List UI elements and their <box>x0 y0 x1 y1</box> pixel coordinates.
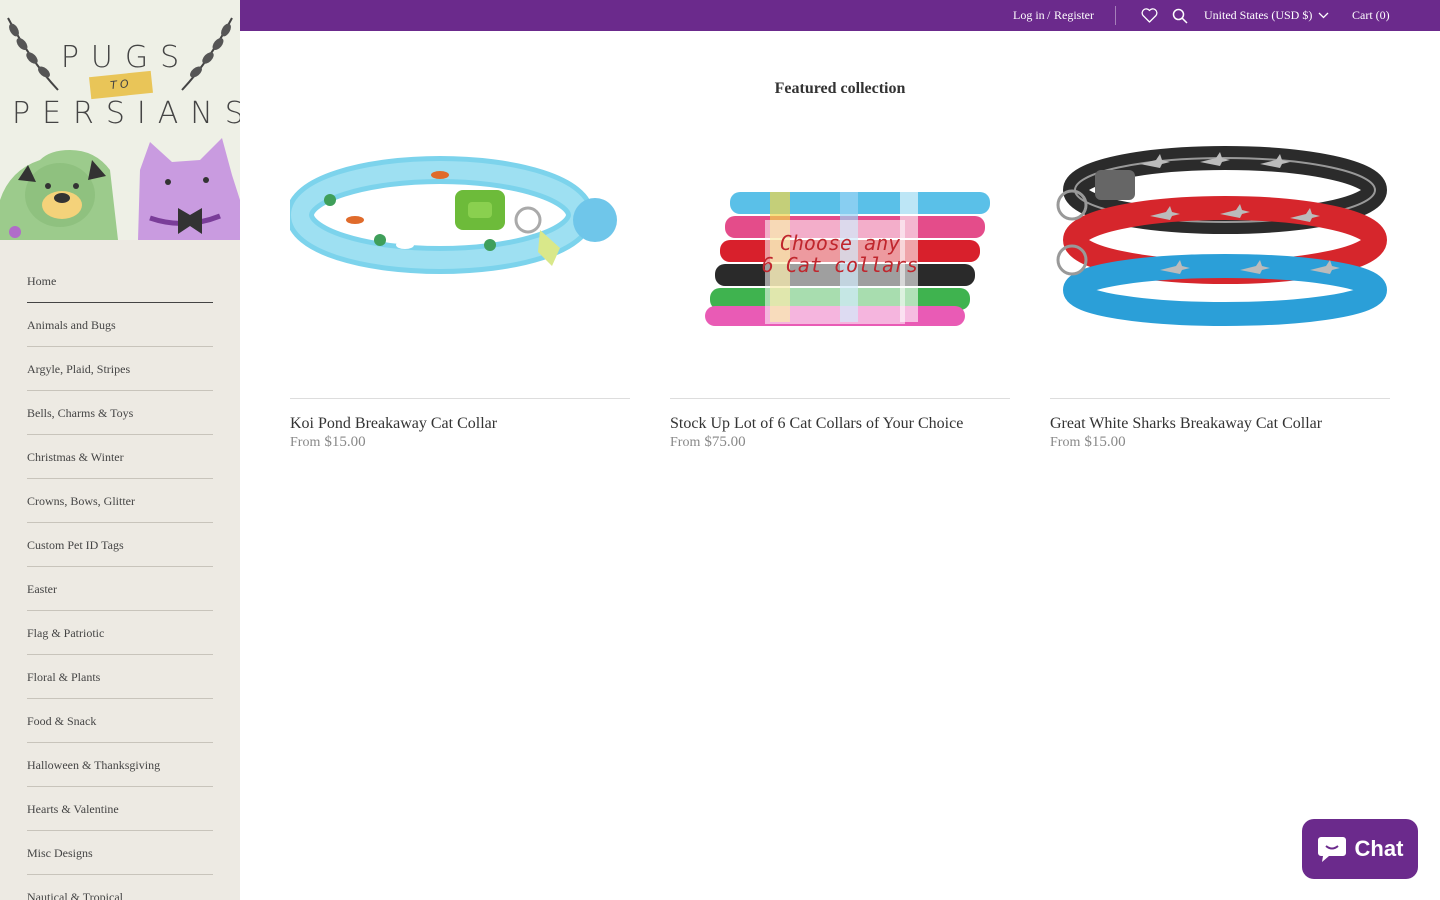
section-title: Featured collection <box>774 80 906 97</box>
sidebar-item-custom-pet-id-tags[interactable]: Custom Pet ID Tags <box>27 523 213 567</box>
sidebar-item-nautical-tropical[interactable]: Nautical & Tropical <box>27 875 213 900</box>
sidebar-item-argyle-plaid-stripes[interactable]: Argyle, Plaid, Stripes <box>27 347 213 391</box>
chat-button[interactable]: Chat <box>1302 819 1418 879</box>
currency-label: United States (USD $) <box>1204 8 1313 22</box>
sidebar-item-hearts-valentine[interactable]: Hearts & Valentine <box>27 787 213 831</box>
price-value: $15.00 <box>324 434 366 450</box>
sidebar-item-misc-designs[interactable]: Misc Designs <box>27 831 213 875</box>
product-price: From $75.00 <box>670 434 1010 451</box>
login-link[interactable]: Log in <box>1013 0 1045 31</box>
sidebar-item-easter[interactable]: Easter <box>27 567 213 611</box>
sidebar-item-home[interactable]: Home <box>27 259 213 303</box>
chevron-down-icon <box>1318 12 1329 19</box>
price-from-label: From <box>290 435 321 450</box>
product-name[interactable]: Koi Pond Breakaway Cat Collar <box>290 415 630 433</box>
product-card[interactable]: Koi Pond Breakaway Cat Collar From $15.00 <box>286 120 630 451</box>
product-image[interactable] <box>286 120 630 399</box>
sidebar-item-food-snack[interactable]: Food & Snack <box>27 699 213 743</box>
product-name[interactable]: Great White Sharks Breakaway Cat Collar <box>1050 415 1390 433</box>
topbar-divider <box>1115 6 1116 25</box>
chat-label: Chat <box>1354 836 1404 861</box>
shark-collars-image <box>1056 146 1387 326</box>
sidebar-item-animals-and-bugs[interactable]: Animals and Bugs <box>27 303 213 347</box>
sidebar-item-bells-charms-toys[interactable]: Bells, Charms & Toys <box>27 391 213 435</box>
koi-collar-image <box>286 156 617 274</box>
sidebar-item-christmas-winter[interactable]: Christmas & Winter <box>27 435 213 479</box>
sidebar: PUGS TO PERSIANS Home Animals and Bugs A… <box>0 0 240 900</box>
search-icon[interactable] <box>1172 0 1188 31</box>
register-link[interactable]: Register <box>1054 0 1094 31</box>
store-logo[interactable]: PUGS TO PERSIANS <box>0 0 240 240</box>
wishlist-heart-icon[interactable] <box>1141 0 1158 31</box>
collar-overlay-line-2: 6 Cat collars <box>761 253 919 277</box>
product-card[interactable]: Great White Sharks Breakaway Cat Collar … <box>1050 120 1390 451</box>
sidebar-item-crowns-bows-glitter[interactable]: Crowns, Bows, Glitter <box>27 479 213 523</box>
logo-text-top: PUGS <box>60 40 192 75</box>
sidebar-nav: Home Animals and Bugs Argyle, Plaid, Str… <box>27 259 213 900</box>
logo-text-bottom: PERSIANS <box>12 96 240 131</box>
sidebar-item-halloween-thanksgiving[interactable]: Halloween & Thanksgiving <box>27 743 213 787</box>
cart-link[interactable]: Cart (0) <box>1352 0 1390 31</box>
top-bar: Log in / Register United States (USD $) … <box>240 0 1440 31</box>
product-price: From $15.00 <box>1050 434 1390 451</box>
product-price: From $15.00 <box>290 434 630 451</box>
currency-selector[interactable]: United States (USD $) <box>1204 0 1329 31</box>
collar-overlay-line-1: Choose any <box>779 231 901 255</box>
price-from-label: From <box>1050 435 1081 450</box>
auth-separator: / <box>1047 8 1051 22</box>
product-card[interactable]: Choose any 6 Cat collars Stock Up Lot of… <box>670 120 1010 451</box>
price-from-label: From <box>670 435 701 450</box>
product-image[interactable]: Choose any 6 Cat collars <box>670 120 1010 399</box>
product-name[interactable]: Stock Up Lot of 6 Cat Collars of Your Ch… <box>670 415 1010 433</box>
price-value: $75.00 <box>704 434 746 450</box>
sidebar-item-flag-patriotic[interactable]: Flag & Patriotic <box>27 611 213 655</box>
price-value: $15.00 <box>1084 434 1126 450</box>
chat-bubble-icon <box>1317 837 1346 862</box>
product-image[interactable] <box>1050 120 1390 399</box>
sidebar-item-floral-plants[interactable]: Floral & Plants <box>27 655 213 699</box>
